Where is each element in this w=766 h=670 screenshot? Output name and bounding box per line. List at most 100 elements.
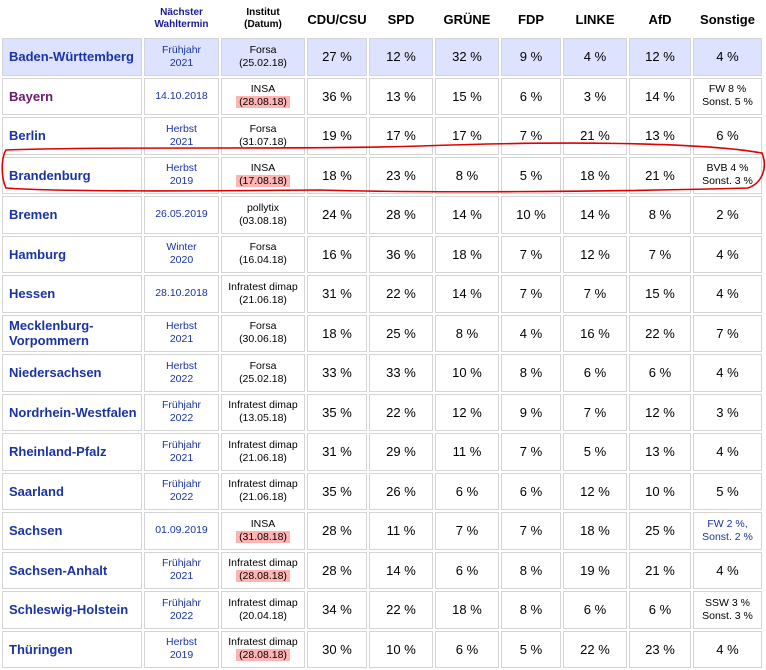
fdp-value: 10 % (501, 196, 561, 234)
institut-cell: Infratest dimap (21.06.18) (221, 433, 305, 471)
sonstige-line: 4 % (716, 365, 739, 381)
sonstige-line: FW 8 % (708, 83, 747, 96)
land-link[interactable]: Schleswig-Holstein (2, 591, 142, 629)
fdp-value: 5 % (501, 156, 561, 194)
wahltermin-line: 14.10.2018 (155, 89, 208, 102)
institut-cell: Infratest dimap (21.06.18) (221, 472, 305, 510)
afd-value: 13 % (629, 117, 691, 155)
afd-value: 6 % (629, 354, 691, 392)
afd-value: 6 % (629, 591, 691, 629)
table-row: Hamburg Winter 2020 Forsa (16.04.18) 16 % 36 %… (2, 235, 762, 273)
institut-name: Forsa (249, 320, 277, 333)
institut-cell: Infratest dimap (28.08.18) (221, 630, 305, 668)
wahltermin-cell: 28.10.2018 (144, 275, 219, 313)
wahltermin-line: 2020 (169, 254, 194, 267)
land-link[interactable]: Niedersachsen (2, 354, 142, 392)
sonstige-line: Sonst. 2 % (702, 530, 753, 543)
institut-name: INSA (250, 517, 276, 530)
institut-name: Infratest dimap (228, 557, 298, 570)
linke-value: 3 % (563, 77, 627, 115)
afd-value: 25 % (629, 512, 691, 550)
land-link[interactable]: Nordrhein-Westfalen (2, 393, 142, 431)
gruene-value: 14 % (435, 196, 499, 234)
table-row: Hessen 28.10.2018 Infratest dimap (21.06.18… (2, 275, 762, 313)
wahltermin-line: 2021 (169, 135, 194, 148)
sonstige-line: FW 2 %, (707, 517, 748, 530)
institut-name: Infratest dimap (228, 438, 298, 451)
afd-value: 21 % (629, 156, 691, 194)
sonstige-line: 7 % (716, 325, 739, 341)
sonstige-line: 4 % (716, 246, 739, 262)
institut-name: pollytix (246, 201, 280, 214)
gruene-value: 32 % (435, 38, 499, 76)
gruene-value: 6 % (435, 551, 499, 589)
cdu-value: 35 % (307, 393, 367, 431)
table-row: Thüringen Herbst 2019 Infratest dimap (28.08… (2, 630, 762, 668)
land-link[interactable]: Thüringen (2, 630, 142, 668)
spd-value: 11 % (369, 512, 433, 550)
land-link[interactable]: Sachsen-Anhalt (2, 551, 142, 589)
institut-name: Forsa (249, 241, 277, 254)
linke-value: 6 % (563, 591, 627, 629)
linke-value: 12 % (563, 472, 627, 510)
land-link[interactable]: Bremen (2, 196, 142, 234)
land-link[interactable]: Hessen (2, 275, 142, 313)
wahltermin-line: Winter (166, 241, 197, 254)
sonstige-cell: 4 % (693, 38, 762, 76)
land-link[interactable]: Mecklenburg-Vorpommern (2, 314, 142, 352)
land-link[interactable]: Baden-Württemberg (2, 38, 142, 76)
linke-value: 4 % (563, 38, 627, 76)
fdp-value: 6 % (501, 472, 561, 510)
linke-value: 12 % (563, 235, 627, 273)
land-link[interactable]: Rheinland-Pfalz (2, 433, 142, 471)
cdu-value: 18 % (307, 156, 367, 194)
institut-date: (21.06.18) (239, 491, 287, 504)
fdp-value: 4 % (501, 314, 561, 352)
spd-value: 28 % (369, 196, 433, 234)
land-link[interactable]: Sachsen (2, 512, 142, 550)
header-wahltermin: Nächster Wahltermin (144, 2, 219, 36)
institut-name: Infratest dimap (228, 280, 298, 293)
wahltermin-line: 2021 (169, 333, 194, 346)
land-link[interactable]: Berlin (2, 117, 142, 155)
cdu-value: 31 % (307, 275, 367, 313)
wahltermin-cell: Herbst 2022 (144, 354, 219, 392)
land-link[interactable]: Saarland (2, 472, 142, 510)
linke-value: 19 % (563, 551, 627, 589)
sonstige-line: 4 % (716, 286, 739, 302)
sonstige-cell: 2 % (693, 196, 762, 234)
spd-value: 22 % (369, 591, 433, 629)
wahltermin-cell: 14.10.2018 (144, 77, 219, 115)
sonstige-line: 4 % (716, 641, 739, 657)
institut-cell: INSA (28.08.18) (221, 77, 305, 115)
wahltermin-cell: Herbst 2019 (144, 630, 219, 668)
sonstige-line: 4 % (716, 49, 739, 65)
land-link[interactable]: Brandenburg (2, 156, 142, 194)
wahltermin-cell: Frühjahr 2021 (144, 433, 219, 471)
header-cdu: CDU/CSU (307, 2, 367, 36)
afd-value: 15 % (629, 275, 691, 313)
afd-value: 23 % (629, 630, 691, 668)
institut-name: Infratest dimap (228, 478, 298, 491)
wahltermin-line: Herbst (166, 122, 197, 135)
wahltermin-cell: Frühjahr 2021 (144, 551, 219, 589)
gruene-value: 6 % (435, 472, 499, 510)
sonstige-cell[interactable]: FW 2 %, Sonst. 2 % (693, 512, 762, 550)
institut-date: (16.04.18) (239, 254, 287, 267)
fdp-value: 7 % (501, 512, 561, 550)
land-link[interactable]: Hamburg (2, 235, 142, 273)
cdu-value: 24 % (307, 196, 367, 234)
institut-date-highlighted: (28.08.18) (236, 649, 290, 662)
institut-date: (13.05.18) (239, 412, 287, 425)
land-link[interactable]: Bayern (2, 77, 142, 115)
gruene-value: 8 % (435, 156, 499, 194)
spd-value: 22 % (369, 393, 433, 431)
wahltermin-line: 2021 (169, 570, 194, 583)
wahltermin-cell: 01.09.2019 (144, 512, 219, 550)
wahltermin-cell: Frühjahr 2022 (144, 393, 219, 431)
gruene-value: 14 % (435, 275, 499, 313)
wahltermin-cell: Herbst 2019 (144, 156, 219, 194)
institut-name: INSA (250, 162, 276, 175)
afd-value: 13 % (629, 433, 691, 471)
cdu-value: 16 % (307, 235, 367, 273)
